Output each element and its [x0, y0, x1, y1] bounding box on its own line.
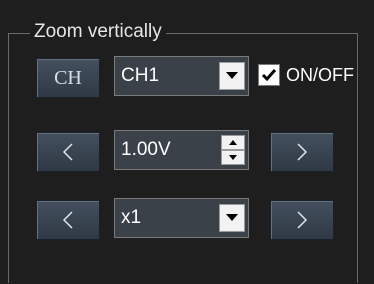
spin-up-icon[interactable]	[221, 135, 245, 150]
onoff-label: ON/OFF	[286, 64, 354, 85]
chevron-down-icon[interactable]	[219, 62, 245, 90]
volts-stepper[interactable]: 1.00V	[114, 130, 249, 170]
volts-next-button[interactable]	[270, 132, 334, 172]
volts-spin[interactable]	[221, 135, 245, 165]
multiplier-prev-button[interactable]	[36, 200, 100, 240]
onoff-checkbox[interactable]	[258, 64, 280, 86]
multiplier-next-button[interactable]	[270, 200, 334, 240]
channel-select-value: CH1	[121, 65, 160, 86]
chevron-left-icon	[62, 143, 73, 161]
onoff-toggle[interactable]: ON/OFF	[258, 64, 354, 86]
group-title: Zoom vertically	[30, 20, 166, 44]
volts-prev-button[interactable]	[36, 132, 100, 172]
chevron-down-icon[interactable]	[219, 204, 245, 232]
spin-down-icon[interactable]	[221, 150, 245, 165]
chevron-right-icon	[297, 143, 308, 161]
channel-select[interactable]: CH1	[114, 56, 249, 96]
volts-value: 1.00V	[121, 139, 171, 160]
multiplier-select-value: x1	[121, 207, 142, 228]
chevron-right-icon	[297, 211, 308, 229]
ch-button[interactable]: CH	[36, 58, 100, 98]
chevron-left-icon	[62, 211, 73, 229]
multiplier-select[interactable]: x1	[114, 198, 249, 238]
